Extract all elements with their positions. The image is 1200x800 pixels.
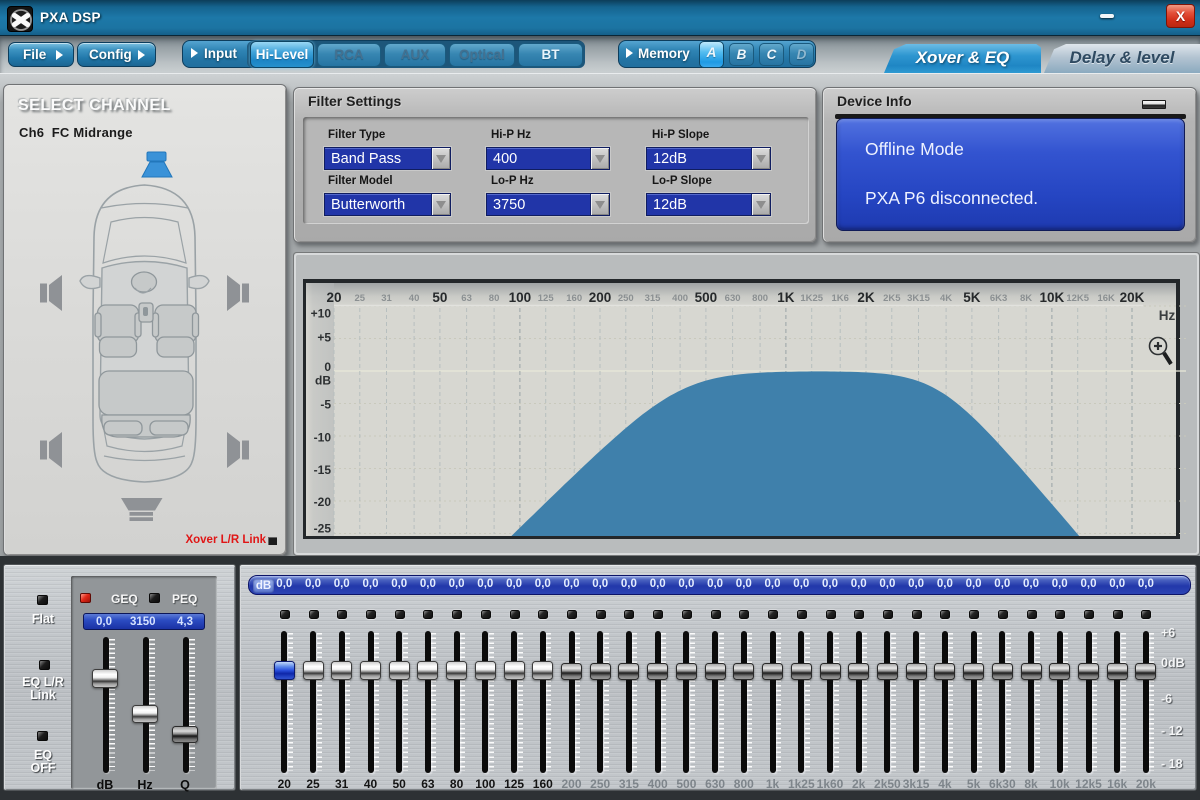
svg-text:250: 250 <box>618 293 634 304</box>
svg-text:6K3: 6K3 <box>990 293 1007 304</box>
svg-text:5K: 5K <box>963 290 981 305</box>
svg-text:dB: dB <box>315 374 331 388</box>
svg-text:2K5: 2K5 <box>883 293 901 304</box>
svg-text:3K15: 3K15 <box>907 293 930 304</box>
svg-text:125: 125 <box>538 293 555 304</box>
svg-text:100: 100 <box>509 290 532 305</box>
svg-text:40: 40 <box>409 293 420 304</box>
svg-text:1K25: 1K25 <box>800 293 823 304</box>
svg-text:1K: 1K <box>777 290 795 305</box>
svg-text:+10: +10 <box>311 307 332 321</box>
svg-text:+5: +5 <box>317 331 331 345</box>
svg-text:-15: -15 <box>314 463 332 477</box>
svg-text:31: 31 <box>381 293 392 304</box>
svg-text:25: 25 <box>355 293 366 304</box>
svg-text:160: 160 <box>566 293 582 304</box>
svg-text:-5: -5 <box>320 398 331 412</box>
svg-text:630: 630 <box>725 293 741 304</box>
svg-text:1K6: 1K6 <box>831 293 848 304</box>
svg-text:200: 200 <box>589 290 612 305</box>
svg-text:20: 20 <box>326 290 341 305</box>
svg-text:8K: 8K <box>1020 293 1032 304</box>
svg-text:63: 63 <box>461 293 472 304</box>
svg-text:-10: -10 <box>314 431 332 445</box>
svg-text:315: 315 <box>645 293 662 304</box>
svg-text:800: 800 <box>752 293 768 304</box>
svg-text:-25: -25 <box>314 522 332 536</box>
svg-text:Hz: Hz <box>1159 308 1176 323</box>
svg-text:80: 80 <box>489 293 500 304</box>
svg-text:-20: -20 <box>314 495 332 509</box>
svg-text:2K: 2K <box>857 290 875 305</box>
svg-text:50: 50 <box>432 290 447 305</box>
svg-text:500: 500 <box>695 290 718 305</box>
svg-text:400: 400 <box>672 293 688 304</box>
svg-text:20K: 20K <box>1120 290 1145 305</box>
svg-text:10K: 10K <box>1040 290 1065 305</box>
svg-text:16K: 16K <box>1097 293 1115 304</box>
svg-text:0: 0 <box>324 360 331 374</box>
svg-text:4K: 4K <box>940 293 952 304</box>
svg-text:12K5: 12K5 <box>1066 293 1089 304</box>
